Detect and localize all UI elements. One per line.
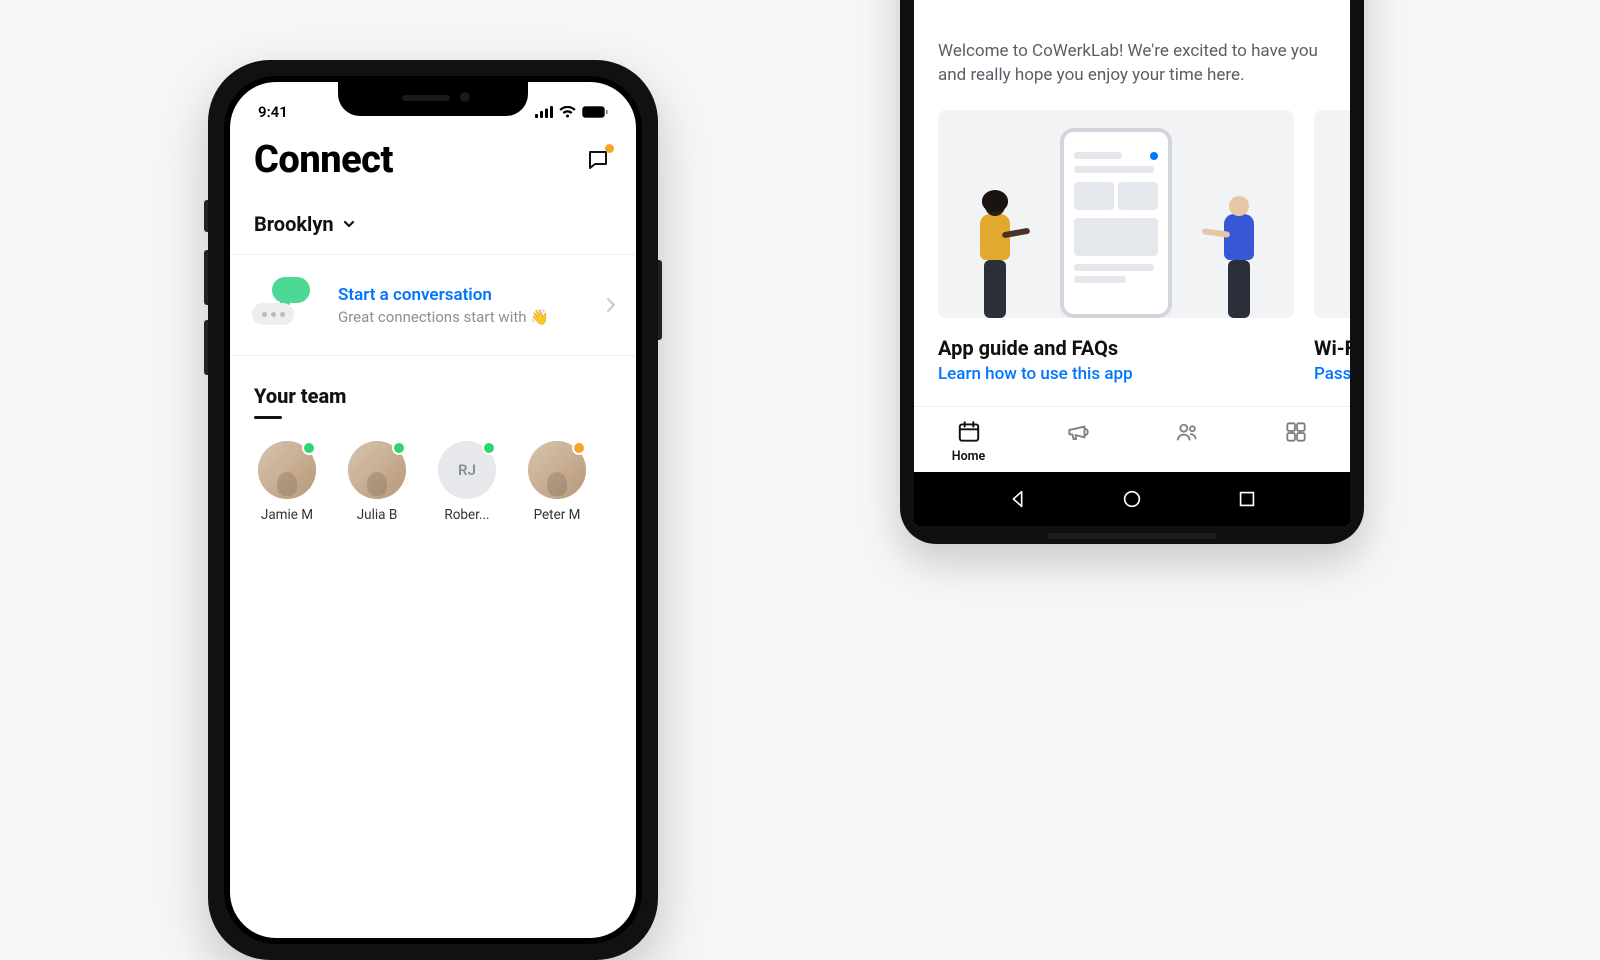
- app-guide-card[interactable]: App guide and FAQs Learn how to use this…: [938, 110, 1294, 384]
- nav-back-icon[interactable]: [1007, 488, 1029, 510]
- heading-underline: [254, 416, 282, 419]
- your-team-heading: Your team: [254, 384, 612, 408]
- conversation-card-subtitle: Great connections start with 👋: [338, 308, 588, 326]
- conversation-illustration: [250, 275, 320, 335]
- notification-dot-icon: [605, 144, 614, 153]
- tab-announcements[interactable]: [1038, 419, 1118, 445]
- phone-wireframe-illustration: [1060, 128, 1172, 318]
- wifi-card[interactable]: Wi-Fi Passw: [1314, 110, 1350, 384]
- iphone-device-frame: 9:41 Connect: [208, 60, 658, 960]
- tab-label: Home: [952, 449, 986, 464]
- page-title: Connect: [254, 138, 393, 182]
- presence-dot-icon: [392, 441, 406, 455]
- app-guide-illustration: [938, 110, 1294, 318]
- android-nav-bar: [914, 472, 1350, 526]
- presence-dot-icon: [572, 441, 586, 455]
- team-member-row: Jamie MJulia BRJRober...Peter MAl: [254, 441, 612, 523]
- person-illustration: [1224, 196, 1254, 318]
- person-illustration: [980, 196, 1010, 318]
- wifi-icon: [559, 106, 576, 118]
- team-member-name: Peter M: [534, 507, 581, 523]
- card-link[interactable]: Learn how to use this app: [938, 364, 1294, 384]
- android-speaker: [1047, 533, 1217, 539]
- tab-people[interactable]: [1147, 419, 1227, 445]
- card-title: Wi-Fi: [1314, 336, 1350, 360]
- team-member-name: Julia B: [357, 507, 398, 523]
- welcome-message: Welcome to CoWerkLab! We're excited to h…: [938, 39, 1326, 88]
- presence-dot-icon: [482, 441, 496, 455]
- tab-home[interactable]: Home: [929, 419, 1009, 464]
- team-member[interactable]: Peter M: [524, 441, 590, 523]
- cellular-signal-icon: [535, 106, 553, 118]
- card-title: App guide and FAQs: [938, 336, 1294, 360]
- bottom-tab-bar: Home: [914, 406, 1350, 472]
- avatar: RJ: [438, 441, 496, 499]
- megaphone-icon: [1065, 419, 1091, 445]
- team-member[interactable]: Jamie M: [254, 441, 320, 523]
- card-link[interactable]: Passw: [1314, 364, 1350, 384]
- nav-recent-icon[interactable]: [1236, 488, 1258, 510]
- wifi-illustration: [1314, 110, 1350, 318]
- iphone-notch: [338, 82, 528, 116]
- tab-apps[interactable]: [1256, 419, 1336, 445]
- team-member[interactable]: RJ Rober...: [434, 441, 500, 523]
- android-device-frame: Welcome to CoWerkLab! We're excited to h…: [900, 0, 1364, 544]
- presence-dot-icon: [302, 441, 316, 455]
- start-conversation-card[interactable]: Start a conversation Great connections s…: [230, 254, 636, 356]
- team-member-name: Rober...: [444, 507, 489, 523]
- people-icon: [1174, 419, 1200, 445]
- calendar-icon: [956, 419, 982, 445]
- battery-icon: [582, 106, 608, 118]
- team-member-name: Jamie M: [261, 507, 313, 523]
- avatar: [348, 441, 406, 499]
- location-selector[interactable]: Brooklyn: [230, 186, 636, 254]
- avatar: [528, 441, 586, 499]
- location-name: Brooklyn: [254, 212, 334, 236]
- conversation-card-title: Start a conversation: [338, 285, 588, 305]
- chevron-down-icon: [342, 217, 356, 231]
- nav-home-icon[interactable]: [1121, 488, 1143, 510]
- avatar: [258, 441, 316, 499]
- status-time: 9:41: [258, 103, 288, 121]
- messages-button[interactable]: [584, 146, 612, 174]
- chevron-right-icon: [606, 297, 616, 313]
- team-member[interactable]: Julia B: [344, 441, 410, 523]
- grid-icon: [1283, 419, 1309, 445]
